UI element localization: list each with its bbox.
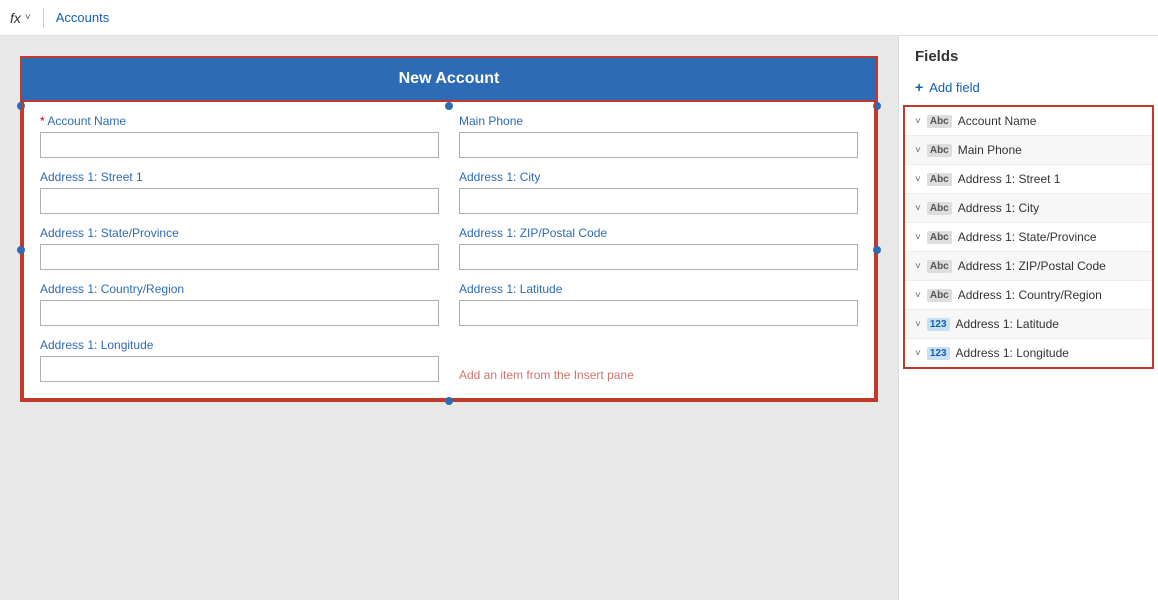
input-address-street[interactable]: [40, 188, 439, 214]
field-type-icon: Abc: [927, 202, 952, 215]
input-address-latitude[interactable]: [459, 300, 858, 326]
form-container: New Account Account Name: [20, 56, 878, 402]
label-address-street: Address 1: Street 1: [40, 170, 439, 184]
field-chevron-icon: ˅: [915, 174, 921, 185]
drag-handle-mid-right[interactable]: [873, 246, 881, 254]
field-list-item[interactable]: ˅ Abc Address 1: City: [905, 194, 1152, 223]
field-type-icon: Abc: [927, 231, 952, 244]
fx-chevron-icon[interactable]: ˅: [25, 12, 31, 23]
input-address-zip[interactable]: [459, 244, 858, 270]
drag-handle-bottom-center[interactable]: [445, 397, 453, 405]
label-address-city: Address 1: City: [459, 170, 858, 184]
field-empty-placeholder: Add an item from the Insert pane: [459, 338, 858, 382]
panel-title: Fields: [899, 48, 1158, 75]
input-main-phone[interactable]: [459, 132, 858, 158]
field-address-city: Address 1: City: [459, 170, 858, 214]
field-name-label: Main Phone: [958, 143, 1142, 157]
field-type-icon: Abc: [927, 144, 952, 157]
field-list-item[interactable]: ˅ Abc Account Name: [905, 107, 1152, 136]
label-address-longitude: Address 1: Longitude: [40, 338, 439, 352]
label-main-phone: Main Phone: [459, 114, 858, 128]
field-address-zip: Address 1: ZIP/Postal Code: [459, 226, 858, 270]
field-main-phone: Main Phone: [459, 114, 858, 158]
field-name-label: Address 1: Latitude: [956, 317, 1142, 331]
form-title: New Account: [399, 70, 500, 87]
main-layout: New Account Account Name: [0, 36, 1158, 600]
add-field-plus-icon: +: [915, 79, 923, 95]
top-bar-divider: [43, 8, 44, 28]
field-type-icon: Abc: [927, 173, 952, 186]
input-account-name[interactable]: [40, 132, 439, 158]
field-chevron-icon: ˅: [915, 203, 921, 214]
label-address-state: Address 1: State/Province: [40, 226, 439, 240]
field-address-latitude: Address 1: Latitude: [459, 282, 858, 326]
input-address-state[interactable]: [40, 244, 439, 270]
fields-list: ˅ Abc Account Name ˅ Abc Main Phone ˅ Ab…: [903, 105, 1154, 369]
breadcrumb[interactable]: Accounts: [56, 10, 109, 25]
canvas-area: New Account Account Name: [0, 36, 898, 600]
input-address-city[interactable]: [459, 188, 858, 214]
fx-label: fx: [10, 10, 21, 26]
field-list-item[interactable]: ˅ Abc Address 1: Country/Region: [905, 281, 1152, 310]
input-address-country[interactable]: [40, 300, 439, 326]
field-address-street: Address 1: Street 1: [40, 170, 439, 214]
field-name-label: Address 1: Longitude: [956, 346, 1142, 360]
top-bar: fx ˅ Accounts: [0, 0, 1158, 36]
field-list-item[interactable]: ˅ Abc Address 1: State/Province: [905, 223, 1152, 252]
field-address-country: Address 1: Country/Region: [40, 282, 439, 326]
add-item-text: Add an item from the Insert pane: [459, 368, 858, 382]
field-type-icon: 123: [927, 318, 950, 331]
field-chevron-icon: ˅: [915, 145, 921, 156]
right-panel: Fields + Add field ˅ Abc Account Name ˅ …: [898, 36, 1158, 600]
label-address-zip: Address 1: ZIP/Postal Code: [459, 226, 858, 240]
field-chevron-icon: ˅: [915, 319, 921, 330]
field-chevron-icon: ˅: [915, 116, 921, 127]
field-address-state: Address 1: State/Province: [40, 226, 439, 270]
add-field-label: Add field: [929, 80, 980, 95]
field-list-item[interactable]: ˅ Abc Address 1: Street 1: [905, 165, 1152, 194]
formula-bar: fx ˅: [10, 10, 31, 26]
field-name-label: Address 1: Country/Region: [958, 288, 1142, 302]
field-chevron-icon: ˅: [915, 290, 921, 301]
label-account-name: Account Name: [40, 114, 439, 128]
field-list-item[interactable]: ˅ 123 Address 1: Longitude: [905, 339, 1152, 367]
field-chevron-icon: ˅: [915, 348, 921, 359]
form-header: New Account: [22, 58, 876, 100]
field-type-icon: 123: [927, 347, 950, 360]
field-name-label: Address 1: ZIP/Postal Code: [958, 259, 1142, 273]
field-name-label: Address 1: Street 1: [958, 172, 1142, 186]
field-list-item[interactable]: ˅ 123 Address 1: Latitude: [905, 310, 1152, 339]
form-grid: Account Name Main Phone Address 1: Stree…: [40, 114, 858, 382]
drag-handle-mid-left[interactable]: [17, 246, 25, 254]
field-chevron-icon: ˅: [915, 261, 921, 272]
input-address-longitude[interactable]: [40, 356, 439, 382]
field-account-name: Account Name: [40, 114, 439, 158]
field-list-item[interactable]: ˅ Abc Main Phone: [905, 136, 1152, 165]
field-type-icon: Abc: [927, 260, 952, 273]
label-address-country: Address 1: Country/Region: [40, 282, 439, 296]
field-name-label: Address 1: State/Province: [958, 230, 1142, 244]
field-address-longitude: Address 1: Longitude: [40, 338, 439, 382]
field-name-label: Address 1: City: [958, 201, 1142, 215]
field-chevron-icon: ˅: [915, 232, 921, 243]
field-list-item[interactable]: ˅ Abc Address 1: ZIP/Postal Code: [905, 252, 1152, 281]
field-name-label: Account Name: [958, 114, 1142, 128]
field-type-icon: Abc: [927, 115, 952, 128]
label-address-latitude: Address 1: Latitude: [459, 282, 858, 296]
add-field-button[interactable]: + Add field: [899, 75, 1158, 105]
form-body: Account Name Main Phone Address 1: Stree…: [22, 100, 876, 400]
field-type-icon: Abc: [927, 289, 952, 302]
